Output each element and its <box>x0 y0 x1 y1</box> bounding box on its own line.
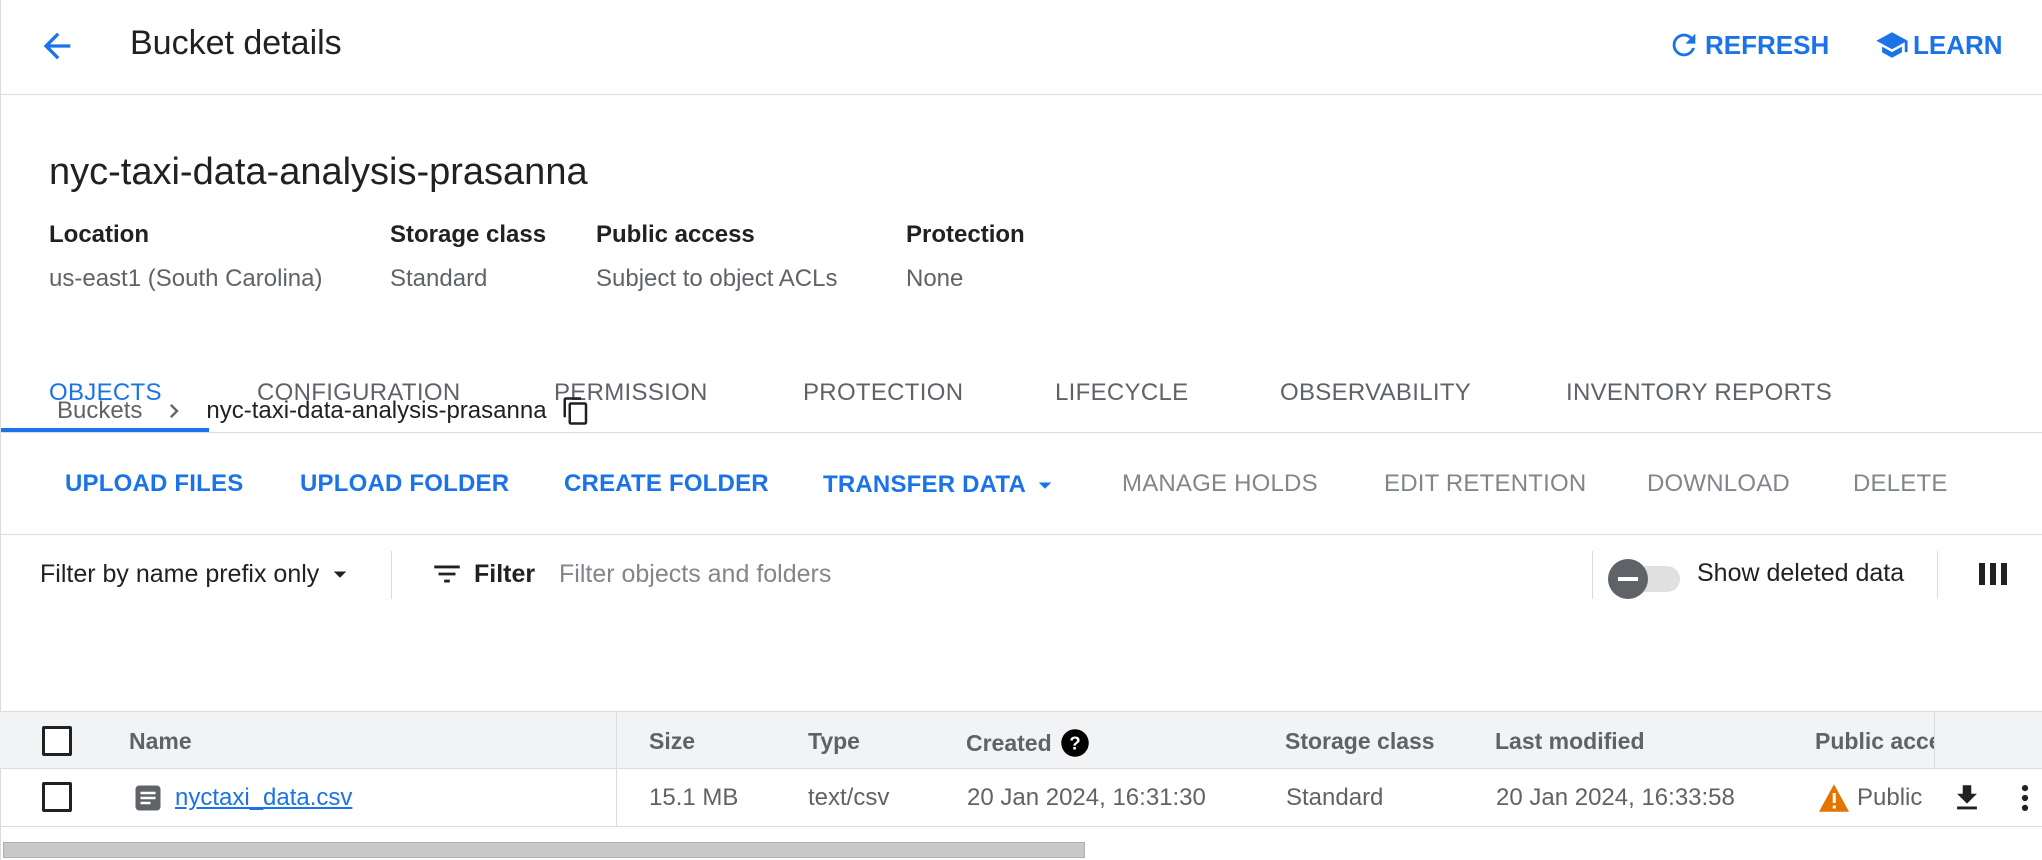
tab-inventory-reports[interactable]: INVENTORY REPORTS <box>1566 365 1832 433</box>
top-bar: Bucket details REFRESH LEARN <box>0 0 2042 95</box>
upload-folder-button[interactable]: UPLOAD FOLDER <box>300 470 509 498</box>
transfer-data-button[interactable]: TRANSFER DATA <box>823 470 1060 500</box>
breadcrumb-current: nyc-taxi-data-analysis-prasanna <box>206 397 547 424</box>
dropdown-arrow-icon <box>334 571 347 578</box>
tab-observability[interactable]: OBSERVABILITY <box>1280 365 1471 433</box>
column-created[interactable]: Created ? <box>966 728 1090 758</box>
active-tab-indicator <box>1 428 209 432</box>
property-storage-class: Storage class Standard <box>390 221 546 293</box>
property-label: Public access <box>596 221 755 248</box>
filter-input[interactable] <box>559 551 1559 597</box>
cell-created: 20 Jan 2024, 16:31:30 <box>967 784 1206 811</box>
breadcrumb: Buckets nyc-taxi-data-analysis-prasanna <box>57 396 591 426</box>
delete-button[interactable]: DELETE <box>1853 470 1948 498</box>
manage-holds-button[interactable]: MANAGE HOLDS <box>1122 470 1318 498</box>
cell-last-modified: 20 Jan 2024, 16:33:58 <box>1496 784 1735 811</box>
property-public-access: Public access Subject to object ACLs <box>596 221 837 293</box>
column-size[interactable]: Size <box>649 728 695 755</box>
refresh-icon <box>1672 33 1696 57</box>
tab-lifecycle[interactable]: LIFECYCLE <box>1055 365 1188 433</box>
column-type[interactable]: Type <box>808 728 860 755</box>
filter-bar: Filter by name prefix only Filter Show d… <box>0 534 2042 612</box>
filter-button-label: Filter <box>474 559 536 588</box>
divider <box>1937 551 1938 599</box>
refresh-button[interactable]: REFRESH <box>1667 28 1829 62</box>
transfer-data-label: TRANSFER DATA <box>823 471 1027 498</box>
copy-icon[interactable] <box>561 396 591 426</box>
file-document-icon <box>135 785 161 811</box>
public-access-value: Public <box>1857 784 1923 811</box>
cell-type: text/csv <box>808 784 890 811</box>
school-icon <box>1876 32 1908 58</box>
horizontal-scrollbar[interactable] <box>3 842 1085 858</box>
show-deleted-toggle[interactable] <box>1608 559 1682 599</box>
filter-mode-select[interactable]: Filter by name prefix only <box>40 559 355 589</box>
create-folder-button[interactable]: CREATE FOLDER <box>564 470 769 498</box>
learn-button[interactable]: LEARN <box>1875 28 2003 62</box>
column-display-icon[interactable] <box>1978 555 2008 593</box>
property-label: Storage class <box>390 221 547 248</box>
toggle-knob <box>1608 559 1648 599</box>
divider <box>1592 551 1593 599</box>
upload-files-button[interactable]: UPLOAD FILES <box>65 470 243 498</box>
table-row: nyctaxi_data.csv 15.1 MB text/csv 20 Jan… <box>0 769 2042 827</box>
select-all-checkbox[interactable] <box>42 726 72 756</box>
property-label: Location <box>49 221 149 248</box>
file-name-link[interactable]: nyctaxi_data.csv <box>175 784 352 812</box>
show-deleted-label: Show deleted data <box>1697 559 1905 587</box>
warning-icon <box>1819 784 1849 812</box>
breadcrumb-buckets-link[interactable]: Buckets <box>57 397 142 425</box>
filter-mode-label: Filter by name prefix only <box>40 559 320 588</box>
property-label: Protection <box>906 221 1025 248</box>
page-title: Bucket details <box>130 24 342 62</box>
divider <box>391 551 392 599</box>
column-divider <box>1934 711 1935 769</box>
help-icon[interactable]: ? <box>1060 728 1090 758</box>
column-name[interactable]: Name <box>129 728 192 755</box>
back-arrow-icon[interactable] <box>37 26 77 66</box>
download-icon[interactable] <box>1950 781 1984 815</box>
chevron-right-icon <box>170 404 180 418</box>
property-value: None <box>906 265 964 292</box>
table-header: Name Size Type Created ? Storage class L… <box>0 711 2042 769</box>
column-last-modified[interactable]: Last modified <box>1495 728 1645 755</box>
cell-size: 15.1 MB <box>649 784 739 811</box>
download-button[interactable]: DOWNLOAD <box>1647 470 1790 498</box>
dropdown-arrow-icon <box>1038 482 1052 489</box>
more-vert-icon[interactable] <box>2008 781 2042 815</box>
property-value: Standard <box>390 265 488 292</box>
column-storage-class[interactable]: Storage class <box>1285 728 1435 755</box>
learn-label: LEARN <box>1913 29 2003 60</box>
tab-protection[interactable]: PROTECTION <box>803 365 963 433</box>
filter-button[interactable]: Filter <box>430 557 535 591</box>
bucket-name: nyc-taxi-data-analysis-prasanna <box>49 151 588 193</box>
cell-storage-class: Standard <box>1286 784 1384 811</box>
cell-public-access: Public <box>1815 769 1935 827</box>
property-location: Location us-east1 (South Carolina) <box>49 221 322 293</box>
row-checkbox[interactable] <box>42 782 72 812</box>
column-created-label: Created <box>966 729 1052 756</box>
edit-retention-button[interactable]: EDIT RETENTION <box>1384 470 1586 498</box>
refresh-label: REFRESH <box>1705 29 1830 60</box>
property-value: Subject to object ACLs <box>596 265 838 292</box>
property-protection: Protection None <box>906 221 1025 293</box>
column-public-access[interactable]: Public access <box>1815 728 1935 755</box>
property-value: us-east1 (South Carolina) <box>49 265 323 292</box>
svg-text:?: ? <box>1069 732 1080 753</box>
filter-list-icon <box>434 565 460 583</box>
